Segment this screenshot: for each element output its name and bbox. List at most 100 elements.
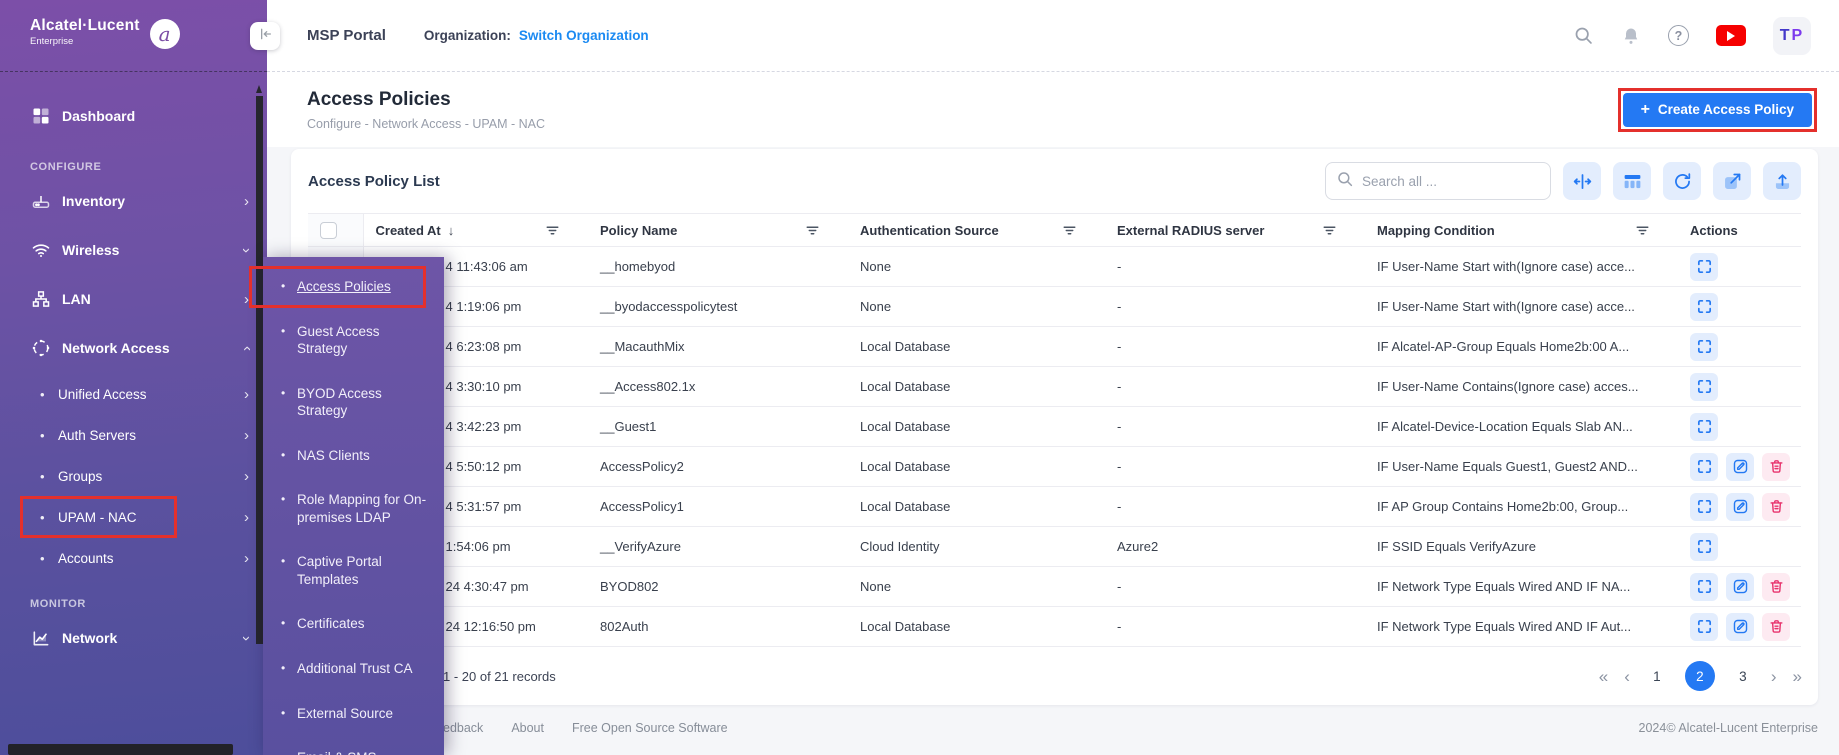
portal-title: MSP Portal bbox=[307, 27, 386, 44]
search-input[interactable] bbox=[1362, 174, 1540, 189]
column-created-at[interactable]: Created At bbox=[376, 223, 441, 238]
next-page-icon[interactable]: › bbox=[1771, 668, 1776, 685]
column-radius-server[interactable]: External RADIUS server bbox=[1117, 223, 1264, 238]
cell-auth-source: Cloud Identity bbox=[848, 527, 1105, 567]
cell-radius-server: - bbox=[1105, 287, 1365, 327]
cell-radius-server: - bbox=[1105, 407, 1365, 447]
export-upload-button[interactable] bbox=[1763, 162, 1801, 200]
submenu-item[interactable]: Role Mapping for On-premises LDAP bbox=[263, 483, 444, 534]
cell-radius-server: - bbox=[1105, 327, 1365, 367]
create-access-policy-button[interactable]: + Create Access Policy bbox=[1623, 93, 1812, 127]
first-page-icon[interactable]: « bbox=[1599, 668, 1607, 685]
filter-icon[interactable] bbox=[805, 224, 820, 237]
page-3-button[interactable]: 3 bbox=[1732, 669, 1754, 684]
youtube-icon[interactable] bbox=[1716, 25, 1746, 46]
content-area: Access Policy List bbox=[267, 147, 1839, 755]
submenu-item[interactable]: Guest Access Strategy bbox=[263, 315, 444, 366]
page-2-button[interactable]: 2 bbox=[1685, 661, 1715, 691]
edit-button[interactable] bbox=[1726, 453, 1754, 481]
previous-page-icon[interactable]: ‹ bbox=[1624, 668, 1629, 685]
about-link[interactable]: About bbox=[511, 721, 544, 735]
cell-policy-name: __VerifyAzure bbox=[588, 527, 848, 567]
page-1-button[interactable]: 1 bbox=[1646, 669, 1668, 684]
sidebar-item-upam-nac[interactable]: UPAM - NAC › bbox=[0, 502, 267, 532]
sidebar-item-inventory[interactable]: Inventory › bbox=[0, 183, 267, 219]
search-icon[interactable] bbox=[1573, 25, 1594, 46]
expand-row-button[interactable] bbox=[1690, 373, 1718, 401]
delete-button[interactable] bbox=[1762, 493, 1790, 521]
sidebar-horizontal-scrollbar[interactable] bbox=[8, 744, 233, 755]
sidebar-item-auth-servers[interactable]: Auth Servers › bbox=[0, 420, 267, 450]
feedback-link[interactable]: edback bbox=[443, 721, 483, 735]
expand-row-button[interactable] bbox=[1690, 613, 1718, 641]
sidebar-item-accounts[interactable]: Accounts › bbox=[0, 543, 267, 573]
filter-icon[interactable] bbox=[1635, 224, 1650, 237]
cell-mapping-condition: IF SSID Equals VerifyAzure bbox=[1365, 527, 1678, 567]
expand-row-button[interactable] bbox=[1690, 333, 1718, 361]
expand-row-button[interactable] bbox=[1690, 493, 1718, 521]
filter-icon[interactable] bbox=[545, 224, 560, 237]
column-mapping-condition[interactable]: Mapping Condition bbox=[1377, 223, 1495, 238]
sidebar-item-lan[interactable]: LAN › bbox=[0, 281, 267, 317]
cell-mapping-condition: IF Alcatel-AP-Group Equals Home2b:00 A..… bbox=[1365, 327, 1678, 367]
table-row: 4 5:50:12 pm AccessPolicy2 Local Databas… bbox=[308, 447, 1801, 487]
delete-button[interactable] bbox=[1762, 613, 1790, 641]
sidebar-item-network[interactable]: Network › bbox=[0, 620, 267, 656]
expand-row-button[interactable] bbox=[1690, 253, 1718, 281]
cell-radius-server: Azure2 bbox=[1105, 527, 1365, 567]
help-icon[interactable]: ? bbox=[1668, 25, 1689, 46]
sidebar-vertical-scrollbar[interactable] bbox=[256, 96, 263, 644]
brand-subtitle: Enterprise bbox=[30, 36, 140, 47]
columns-settings-button[interactable] bbox=[1613, 162, 1651, 200]
filter-icon[interactable] bbox=[1322, 224, 1337, 237]
list-title: Access Policy List bbox=[308, 173, 440, 190]
table-header-row: Created At ↓ Policy Name bbox=[308, 214, 1801, 247]
notifications-bell-icon[interactable] bbox=[1621, 26, 1641, 46]
refresh-button[interactable] bbox=[1663, 162, 1701, 200]
expand-row-button[interactable] bbox=[1690, 293, 1718, 321]
cell-policy-name: 802Auth bbox=[588, 607, 848, 647]
user-avatar[interactable]: TP bbox=[1773, 17, 1811, 55]
cell-radius-server: - bbox=[1105, 607, 1365, 647]
sidebar-item-network-access[interactable]: Network Access › bbox=[0, 330, 267, 366]
submenu-item[interactable]: BYOD Access Strategy bbox=[263, 377, 444, 428]
sidebar-item-groups[interactable]: Groups › bbox=[0, 461, 267, 491]
fit-columns-button[interactable] bbox=[1563, 162, 1601, 200]
sort-desc-icon[interactable]: ↓ bbox=[448, 223, 455, 238]
delete-button[interactable] bbox=[1762, 453, 1790, 481]
column-policy-name[interactable]: Policy Name bbox=[600, 223, 677, 238]
filter-icon[interactable] bbox=[1062, 224, 1077, 237]
sidebar-item-unified-access[interactable]: Unified Access › bbox=[0, 379, 267, 409]
expand-row-button[interactable] bbox=[1690, 533, 1718, 561]
chevron-right-icon: › bbox=[244, 469, 249, 484]
submenu-item-label: Certificates bbox=[297, 616, 365, 631]
switch-organization-link[interactable]: Switch Organization bbox=[519, 28, 649, 43]
submenu-item[interactable]: NAS Clients bbox=[263, 439, 444, 473]
edit-button[interactable] bbox=[1726, 493, 1754, 521]
submenu-item[interactable]: Certificates bbox=[263, 607, 444, 641]
submenu-item[interactable]: Access Policies bbox=[263, 270, 444, 304]
submenu-item[interactable]: Email & SMS bbox=[263, 741, 444, 755]
last-page-icon[interactable]: » bbox=[1793, 668, 1801, 685]
cell-auth-source: None bbox=[848, 287, 1105, 327]
column-auth-source[interactable]: Authentication Source bbox=[860, 223, 999, 238]
table-row: 24 4:30:47 pm BYOD802 None - IF Network … bbox=[308, 567, 1801, 607]
submenu-item[interactable]: External Source bbox=[263, 697, 444, 731]
plus-icon: + bbox=[1641, 102, 1650, 118]
sidebar-collapse-button[interactable] bbox=[250, 22, 280, 50]
open-in-new-button[interactable] bbox=[1713, 162, 1751, 200]
expand-row-button[interactable] bbox=[1690, 453, 1718, 481]
expand-row-button[interactable] bbox=[1690, 573, 1718, 601]
sidebar-item-wireless[interactable]: Wireless › bbox=[0, 232, 267, 268]
delete-button[interactable] bbox=[1762, 573, 1790, 601]
sidebar-item-dashboard[interactable]: Dashboard bbox=[0, 98, 267, 134]
edit-button[interactable] bbox=[1726, 573, 1754, 601]
submenu-item[interactable]: Captive Portal Templates bbox=[263, 545, 444, 596]
cell-policy-name: AccessPolicy2 bbox=[588, 447, 848, 487]
open-source-link[interactable]: Free Open Source Software bbox=[572, 721, 728, 735]
submenu-item-label: Access Policies bbox=[297, 279, 391, 294]
select-all-checkbox[interactable] bbox=[320, 222, 337, 239]
submenu-item[interactable]: Additional Trust CA bbox=[263, 652, 444, 686]
edit-button[interactable] bbox=[1726, 613, 1754, 641]
expand-row-button[interactable] bbox=[1690, 413, 1718, 441]
